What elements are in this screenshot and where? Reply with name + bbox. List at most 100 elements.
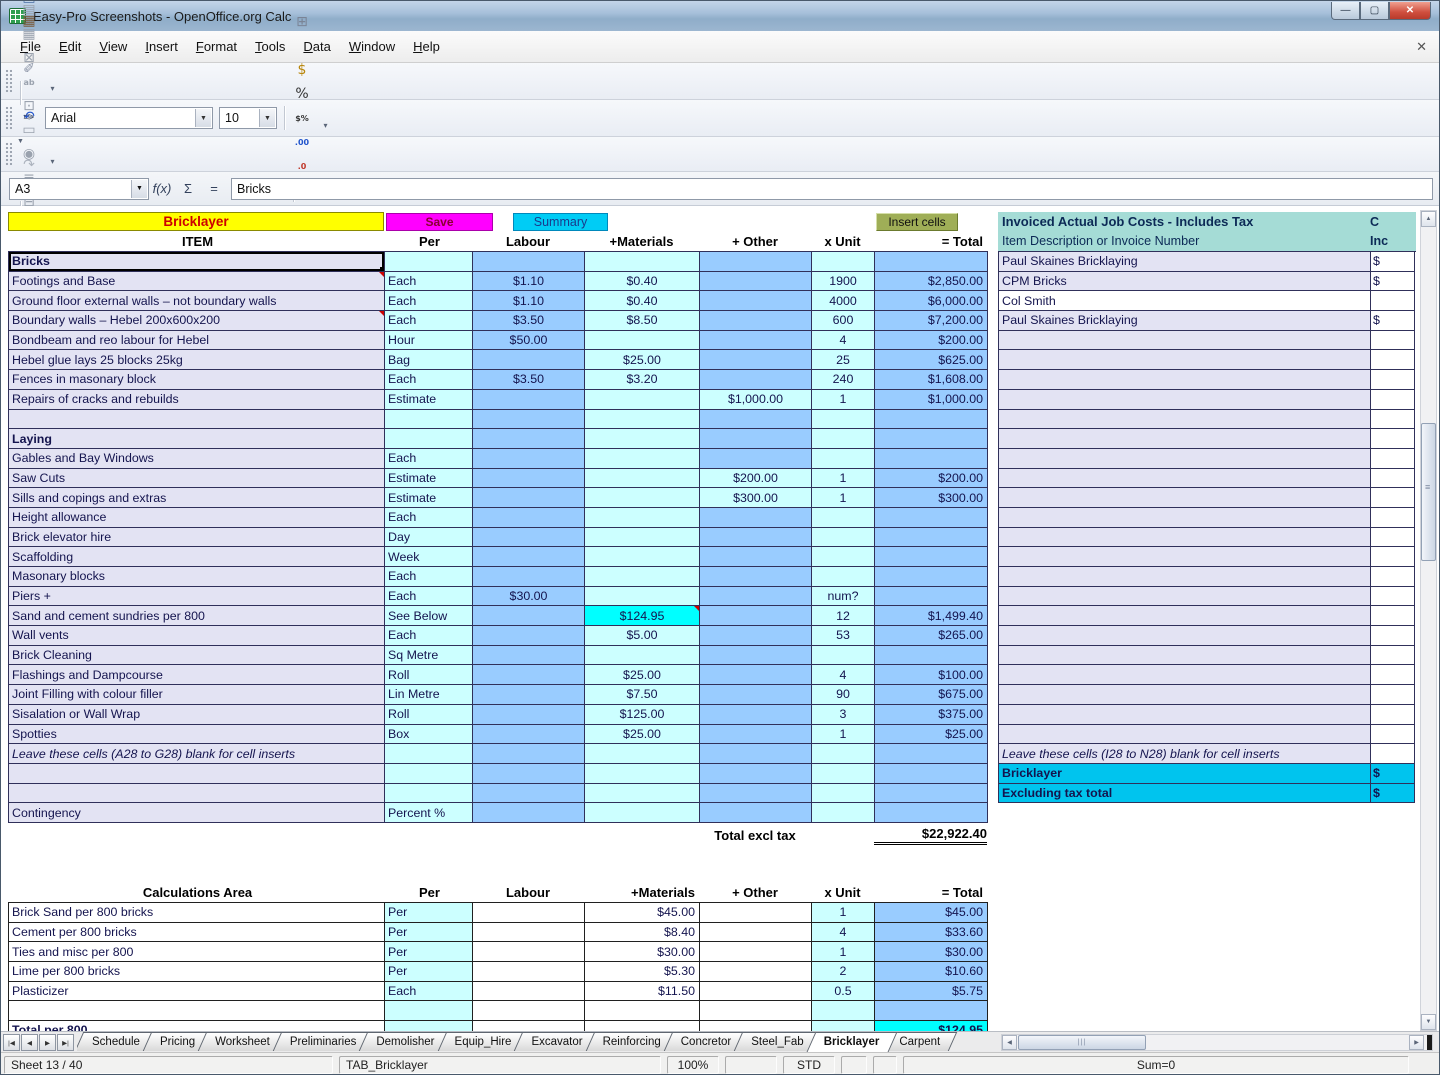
cell[interactable]: $6,000.00 [875,291,988,311]
cell[interactable] [875,764,988,784]
cell[interactable] [875,429,988,449]
cell[interactable] [1371,469,1415,489]
form-properties-icon[interactable]: ▦ [17,22,41,46]
cell[interactable] [473,606,585,626]
cell[interactable] [999,410,1371,430]
cell[interactable]: $200.00 [875,469,988,489]
cell[interactable]: Lime per 800 bricks [9,962,385,982]
total-excl-tax-label[interactable]: Total excl tax [699,828,811,843]
cell[interactable] [473,567,585,587]
status-zoom-level[interactable]: 100% [667,1056,719,1074]
cell[interactable] [473,725,585,745]
cell[interactable] [999,665,1371,685]
cell[interactable] [385,764,473,784]
cell[interactable]: $8.50 [585,311,700,331]
cell[interactable] [700,567,812,587]
column-header-total[interactable]: = Total [874,883,987,903]
cell[interactable]: $ [1371,311,1415,331]
cell[interactable]: Week [385,547,473,567]
cell[interactable] [473,547,585,567]
cell[interactable] [585,331,700,351]
cell[interactable]: Brick Cleaning [9,646,385,666]
cell[interactable] [999,705,1371,725]
cell[interactable]: 3 [812,705,875,725]
cell[interactable] [875,410,988,430]
cell[interactable] [1371,567,1415,587]
invoice-panel-subtitle[interactable]: Item Description or Invoice Number [998,232,1370,252]
cell[interactable] [875,744,988,764]
cell[interactable]: $3.20 [585,370,700,390]
cell[interactable] [9,784,385,804]
insert-cells-button[interactable]: Insert cells [876,213,958,231]
cell[interactable] [1371,488,1415,508]
cell[interactable]: Gables and Bay Windows [9,449,385,469]
cell[interactable] [812,547,875,567]
column-header-labour[interactable]: Labour [472,232,584,251]
cell[interactable]: $200.00 [700,469,812,489]
cell[interactable]: $1,499.40 [875,606,988,626]
cell[interactable]: num? [812,587,875,607]
sum-icon[interactable]: Σ [175,177,201,201]
menu-item-view[interactable]: View [90,35,136,58]
font-size-select[interactable]: 10 ▼ [219,107,277,129]
bricklayer-header-cell[interactable]: Bricklayer [8,212,384,231]
cell[interactable] [1371,606,1415,626]
cell[interactable] [585,784,700,804]
cell[interactable]: 90 [812,685,875,705]
cell[interactable]: CPM Bricks [999,272,1371,292]
previous-sheet-icon[interactable]: ◀ [21,1034,38,1051]
cell[interactable] [999,350,1371,370]
cell[interactable]: $7,200.00 [875,311,988,331]
chevron-down-icon[interactable]: ▼ [195,109,211,127]
last-sheet-icon[interactable]: ▶| [57,1034,74,1051]
cell[interactable]: $1.10 [473,272,585,292]
cell[interactable]: Boundary walls – Hebel 200x600x200 [9,311,385,331]
cell[interactable] [1371,449,1415,469]
cell[interactable]: 12 [812,606,875,626]
menu-item-format[interactable]: Format [187,35,246,58]
cell[interactable] [875,567,988,587]
menu-item-help[interactable]: Help [404,35,449,58]
cell[interactable] [999,528,1371,548]
cell[interactable] [473,903,585,923]
cell[interactable] [585,646,700,666]
cell[interactable] [385,784,473,804]
cell[interactable]: Contingency [9,803,385,823]
cell[interactable] [9,764,385,784]
push-button-icon[interactable]: ▭ [17,118,41,142]
cell[interactable]: Roll [385,665,473,685]
toolbar-overflow-icon[interactable]: ▾ [319,106,332,130]
cell[interactable]: Box [385,725,473,745]
cell[interactable] [1371,291,1415,311]
function-wizard-icon[interactable]: f(x) [149,177,175,201]
cell[interactable] [473,962,585,982]
tab-excavator[interactable]: Excavator [518,1032,595,1051]
cell[interactable]: Bricks [9,252,385,272]
cell[interactable]: Per [385,923,473,943]
status-selection-mode[interactable]: STD [783,1056,835,1074]
tab-bricklayer[interactable]: Bricklayer [811,1032,893,1052]
cell[interactable] [473,764,585,784]
cell[interactable]: Ground floor external walls – not bounda… [9,291,385,311]
cell[interactable] [1371,547,1415,567]
cell[interactable]: $30.00 [585,942,700,962]
cell[interactable]: Flashings and Dampcourse [9,665,385,685]
cell[interactable]: $45.00 [875,903,988,923]
cell[interactable] [700,685,812,705]
cell[interactable] [385,1021,473,1031]
tab-concretor[interactable]: Concretor [668,1032,745,1051]
first-sheet-icon[interactable]: |◀ [3,1034,20,1051]
cell[interactable]: Bag [385,350,473,370]
column-header-per[interactable]: Per [384,883,472,903]
cell[interactable] [1371,370,1415,390]
cell[interactable]: $0.40 [585,272,700,292]
cell[interactable] [812,508,875,528]
cell[interactable]: $100.00 [875,665,988,685]
cell[interactable]: Saw Cuts [9,469,385,489]
cell[interactable]: 1 [812,488,875,508]
column-header-calculations-area[interactable]: Calculations Area [8,883,384,903]
tab-preliminaries[interactable]: Preliminaries [277,1032,369,1051]
cell[interactable] [473,252,585,272]
cell[interactable]: Leave these cells (I28 to N28) blank for… [999,744,1371,764]
cell[interactable] [473,942,585,962]
